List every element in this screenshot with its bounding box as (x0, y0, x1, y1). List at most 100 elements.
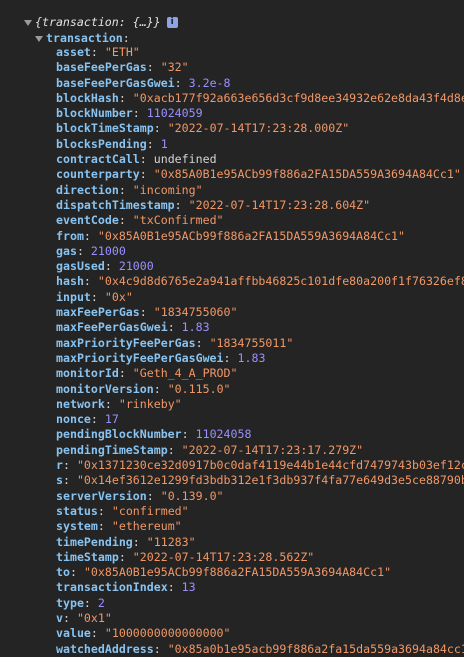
property-value: 11024058 (195, 427, 252, 442)
property-row[interactable]: network: "rinkeby" (56, 397, 464, 412)
property-row[interactable]: maxFeePerGas: "1834755060" (56, 305, 464, 320)
property-row[interactable]: gasUsed: 21000 (56, 259, 464, 274)
property-key: s (56, 473, 63, 488)
colon: : (146, 488, 161, 503)
property-key: input (56, 289, 91, 304)
property-key: r (56, 458, 63, 473)
property-row[interactable]: to: "0x85A0B1e95ACb99f886a2FA15DA559A369… (56, 565, 464, 580)
property-key: asset (56, 45, 91, 59)
property-row[interactable]: dispatchTimestamp: "2022-07-14T17:23:28.… (56, 198, 464, 213)
property-row[interactable]: v: "0x1" (56, 611, 464, 626)
property-value: "0x85A0B1e95ACb99f886a2FA15DA559A3694A84… (83, 565, 392, 580)
property-key: hash (56, 274, 84, 289)
devtools-console: {transaction: {…}} i transaction: asset: … (0, 0, 464, 657)
property-row[interactable]: baseFeePerGas: "32" (56, 60, 464, 75)
property-value: "rinkeby" (118, 396, 182, 411)
property-value: "confirmed" (111, 503, 189, 518)
property-row[interactable]: blockNumber: 11024059 (56, 106, 464, 121)
property-row[interactable]: counterparty: "0x85A0B1e95ACb99f886a2FA1… (56, 167, 464, 182)
colon: : (83, 595, 98, 610)
property-row[interactable]: pendingTimeStamp: "2022-07-14T17:23:17.2… (56, 443, 464, 458)
colon: : (97, 519, 112, 534)
property-row[interactable]: maxPriorityFeePerGas: "1834755011" (56, 336, 464, 351)
colon: : (118, 90, 133, 105)
property-row[interactable]: baseFeePerGasGwei: 3.2e-8 (56, 76, 464, 91)
property-value: "1000000000000000" (104, 626, 231, 641)
property-row[interactable]: blockTimeStamp: "2022-07-14T17:23:28.000… (56, 121, 464, 136)
property-key: maxFeePerGas (56, 305, 140, 320)
property-row[interactable]: from: "0x85A0B1e95ACb99f886a2FA15DA559A3… (56, 229, 464, 244)
colon: : (167, 320, 182, 335)
property-value: 11024059 (146, 106, 203, 121)
colon: : (90, 45, 105, 59)
property-key: contractCall (56, 152, 140, 167)
property-row[interactable]: type: 2 (56, 596, 464, 611)
expand-triangle-icon[interactable] (24, 19, 32, 26)
property-value: 21000 (90, 243, 126, 258)
property-value: "Geth_4_A_PROD" (132, 366, 238, 381)
property-row[interactable]: nonce: 17 (56, 412, 464, 427)
property-value: 3.2e-8 (188, 75, 231, 90)
property-row[interactable]: r: "0x1371230ce32d0917b0c0daf4119e44b1e4… (56, 458, 464, 473)
property-key: direction (56, 182, 119, 197)
expand-triangle-icon[interactable] (35, 35, 43, 42)
property-key: status (56, 503, 98, 518)
colon: : (118, 366, 133, 381)
colon: : (62, 473, 77, 488)
property-row[interactable]: direction: "incoming" (56, 183, 464, 198)
property-key: maxPriorityFeePerGas (56, 335, 196, 350)
property-key: gasUsed (56, 259, 105, 274)
property-row[interactable]: timeStamp: "2022-07-14T17:23:28.562Z" (56, 550, 464, 565)
property-key: baseFeePerGasGwei (56, 75, 175, 90)
root-object-row[interactable]: {transaction: {…}} i (0, 14, 178, 30)
property-value: "1834755011" (209, 335, 294, 350)
property-row[interactable]: maxFeePerGasGwei: 1.83 (56, 320, 464, 335)
property-row[interactable]: timePending: "11283" (56, 535, 464, 550)
colon: : (69, 565, 84, 580)
property-value: "ethereum" (111, 519, 182, 534)
property-value: 1 (160, 136, 168, 151)
property-row[interactable]: monitorVersion: "0.115.0" (56, 382, 464, 397)
property-value: 13 (181, 580, 196, 595)
colon: : (104, 396, 119, 411)
colon: : (118, 549, 133, 564)
colon: : (139, 167, 154, 182)
colon: : (181, 427, 196, 442)
colon: : (153, 641, 168, 656)
colon: : (76, 243, 91, 258)
property-key: pendingBlockNumber (56, 427, 182, 442)
property-row[interactable]: input: "0x" (56, 290, 464, 305)
property-row[interactable]: contractCall: undefined (56, 152, 464, 167)
property-key: maxFeePerGasGwei (56, 320, 168, 335)
colon: : (90, 626, 105, 641)
property-row[interactable]: status: "confirmed" (56, 504, 464, 519)
property-row[interactable]: s: "0x14ef3612e1299fd3bdb312e1f3db937f4f… (56, 473, 464, 488)
colon: : (62, 458, 77, 473)
property-row[interactable]: watchedAddress: "0x85a0b1e95acb99f886a2f… (56, 642, 464, 657)
property-row[interactable]: maxPriorityFeePerGasGwei: 1.83 (56, 351, 464, 366)
property-row[interactable]: blocksPending: 1 (56, 137, 464, 152)
colon: : (139, 305, 154, 320)
property-row[interactable]: gas: 21000 (56, 244, 464, 259)
property-row[interactable]: system: "ethereum" (56, 519, 464, 534)
property-row[interactable]: transactionIndex: 13 (56, 580, 464, 595)
property-row[interactable]: eventCode: "txConfirmed" (56, 213, 464, 228)
property-key: system (56, 519, 98, 534)
property-value: "0x1" (76, 610, 112, 625)
property-value: "0x1371230ce32d0917b0c0daf4119e44b1e44cf… (76, 458, 464, 473)
property-value: 17 (104, 412, 119, 427)
property-value: "0.139.0" (160, 488, 224, 503)
property-row[interactable]: pendingBlockNumber: 11024058 (56, 427, 464, 442)
property-row[interactable]: asset: "ETH" (56, 45, 464, 60)
property-value: "0x14ef3612e1299fd3bdb312e1f3db937f4fa77… (76, 473, 464, 488)
colon: : (97, 503, 112, 518)
info-icon[interactable]: i (166, 17, 178, 28)
property-row[interactable]: hash: "0x4c9d8d6765e2a941affbb46825c101d… (56, 274, 464, 289)
property-value: 21000 (118, 259, 154, 274)
property-row[interactable]: serverVersion: "0.139.0" (56, 489, 464, 504)
property-value: "0xacb177f92a663e656d3cf9d8ee34932e62e8d… (132, 90, 464, 105)
property-row[interactable]: monitorId: "Geth_4_A_PROD" (56, 366, 464, 381)
transaction-object-row[interactable]: transaction: (0, 30, 130, 46)
property-row[interactable]: value: "1000000000000000" (56, 626, 464, 641)
property-row[interactable]: blockHash: "0xacb177f92a663e656d3cf9d8ee… (56, 91, 464, 106)
